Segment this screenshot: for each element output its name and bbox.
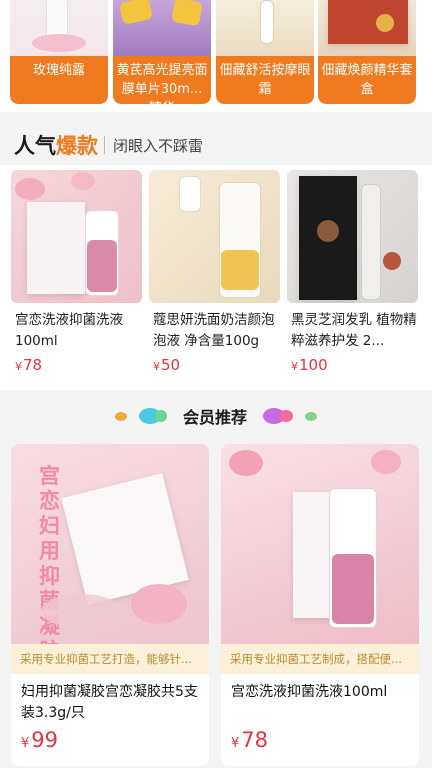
product-image [10,0,108,58]
product-card[interactable]: 黑灵芝润发乳 植物精粹滋养护发 2... ¥100 [287,170,418,385]
carousel-item[interactable]: 佃藏焕颜精华套盒 [318,0,416,104]
product-price: ¥99 [21,728,59,752]
carousel-item-label: 黄芪高光提亮面膜单片30m...精华 [113,56,211,104]
member-product-card[interactable]: 采用专业抑菌工艺制成，搭配便... 宫恋洗液抑菌洗液100ml ¥78 [221,444,419,766]
carousel-item-label: 玫瑰纯露 [10,56,108,104]
top-product-carousel: 玫瑰纯露 黄芪高光提亮面膜单片30m...精华 佃藏舒活按摩眼霜 佃藏焕颜精华套… [0,0,432,112]
section-title: 会员推荐 [182,408,247,427]
product-card[interactable]: 蔻思妍洗面奶洁颜泡泡液 净含量100g ¥50 [149,170,280,385]
carousel-item[interactable]: 玫瑰纯露 [10,0,108,104]
product-image [149,170,280,303]
popular-product-list: 宫恋洗液抑菌洗液100ml ¥78 蔻思妍洗面奶洁颜泡泡液 净含量100g ¥5… [0,165,432,390]
section-subtitle: 闭眼入不踩雷 [113,136,204,155]
product-name: 蔻思妍洗面奶洁颜泡泡液 净含量100g [153,312,275,349]
product-image [113,0,211,58]
product-price: ¥78 [15,356,43,374]
product-image [11,170,142,303]
carousel-item-label: 佃藏焕颜精华套盒 [318,56,416,104]
product-price: ¥50 [153,356,181,374]
product-name: 黑灵芝润发乳 植物精粹滋养护发 2... [291,312,417,349]
product-tag: 采用专业抑菌工艺打造，能够针... [11,644,209,674]
decorative-blob-right [263,408,317,424]
carousel-item[interactable]: 黄芪高光提亮面膜单片30m...精华 [113,0,211,104]
product-name: 宫恋洗液抑菌洗液100ml [231,684,388,700]
product-name: 妇用抑菌凝胶宫恋凝胶共5支装3.3g/只 [21,684,198,721]
product-image [216,0,314,58]
decorative-blob-left [114,408,167,424]
popular-section-header: 人气 爆款 闭眼入不踩雷 [14,128,203,162]
product-image [287,170,418,303]
product-image: 宫恋妇用抑菌凝胶 [11,444,209,644]
product-card[interactable]: 宫恋洗液抑菌洗液100ml ¥78 [11,170,142,385]
product-price: ¥78 [231,728,269,752]
carousel-item-label: 佃藏舒活按摩眼霜 [216,56,314,104]
carousel-item[interactable]: 佃藏舒活按摩眼霜 [216,0,314,104]
divider [104,136,105,154]
product-price: ¥100 [291,356,328,374]
section-title: 人气 [14,134,56,158]
product-tag: 采用专业抑菌工艺制成，搭配便... [221,644,419,674]
product-image [318,0,416,58]
member-product-card[interactable]: 宫恋妇用抑菌凝胶 采用专业抑菌工艺打造，能够针... 妇用抑菌凝胶宫恋凝胶共5支… [11,444,209,766]
product-name: 宫恋洗液抑菌洗液100ml [15,312,123,349]
section-title-highlight: 爆款 [56,134,98,158]
member-recommend-header: 会员推荐 [0,398,432,434]
product-image [221,444,419,644]
